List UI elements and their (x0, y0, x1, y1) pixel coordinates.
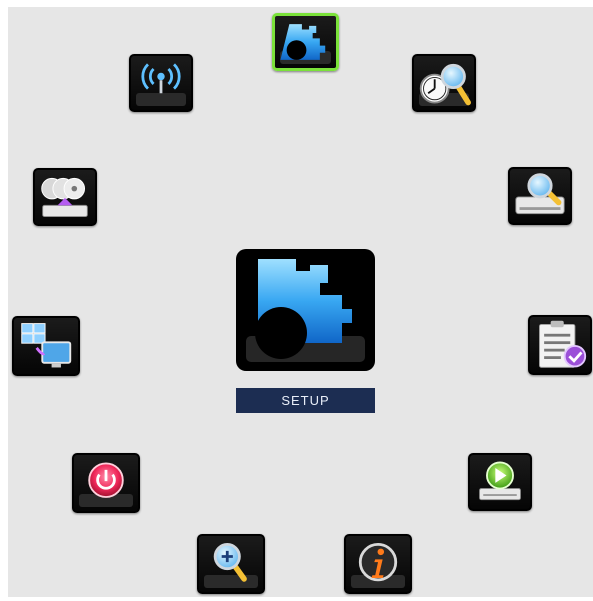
menu-item-display[interactable] (12, 316, 80, 376)
zoom-in-icon (213, 543, 247, 582)
wireless-antenna-icon (141, 63, 181, 94)
menu-item-information[interactable] (344, 534, 412, 594)
gear-icon (255, 259, 352, 359)
menu-item-playback[interactable] (468, 453, 532, 511)
multiview-monitor-icon (21, 323, 72, 368)
discs-upload-icon (41, 177, 88, 218)
selected-menu-preview (236, 249, 375, 371)
play-icon (479, 461, 521, 501)
menu-item-network[interactable] (129, 54, 193, 112)
power-icon (88, 462, 124, 498)
menu-item-shutdown[interactable] (72, 453, 140, 513)
menu-item-time-search[interactable] (412, 54, 476, 112)
menu-item-event-log[interactable] (528, 315, 592, 375)
menu-item-zoom[interactable] (197, 534, 265, 594)
clock-magnifier-icon (419, 63, 471, 106)
info-icon (358, 543, 398, 582)
menu-item-event-search[interactable] (508, 167, 572, 225)
menu-item-backup[interactable] (33, 168, 97, 226)
clipboard-check-icon (539, 320, 587, 368)
printer-magnifier-icon (515, 173, 565, 215)
gear-icon (280, 24, 326, 60)
menu-item-setup[interactable] (272, 13, 339, 71)
selected-menu-label: SETUP (236, 388, 375, 413)
